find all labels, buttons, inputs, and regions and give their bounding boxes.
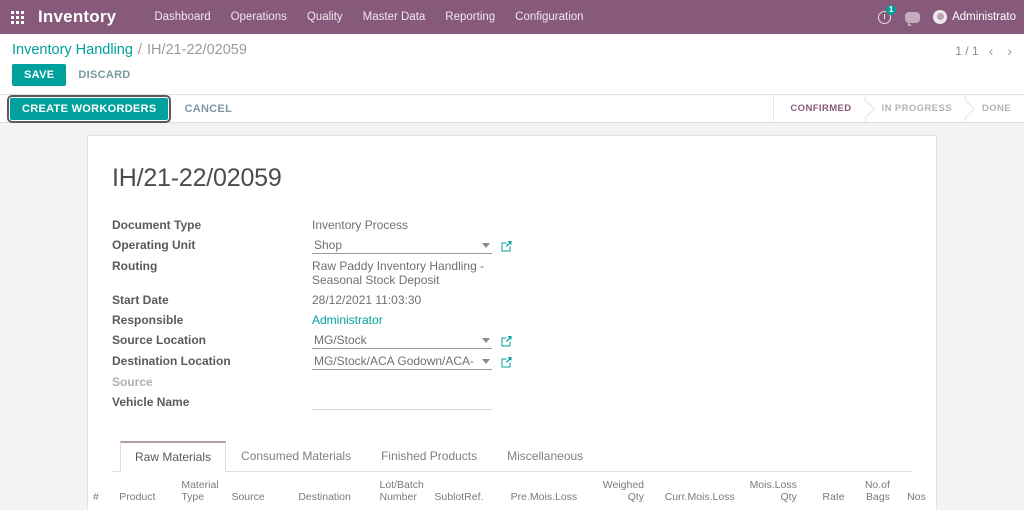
field-destination-location: MG/Stock/ACA Godown/ACA-1 Godc	[312, 351, 542, 372]
status-step-in-progress-label: IN PROGRESS	[881, 103, 952, 114]
pager-count: 1 / 1	[955, 44, 979, 58]
field-label-responsible: Responsible	[112, 313, 184, 327]
save-button[interactable]: SAVE	[12, 64, 67, 86]
source-location-input[interactable]: MG/Stock	[312, 332, 492, 349]
status-bar: CONFIRMED IN PROGRESS DONE	[773, 95, 1024, 122]
form-fields-grid: Document Type Inventory Process Operatin…	[112, 215, 542, 412]
col-no-of-bags[interactable]: No.of Bags	[849, 472, 895, 510]
menu-item-configuration[interactable]: Configuration	[505, 2, 593, 32]
field-label-source-location: Source Location	[112, 333, 207, 347]
field-vehicle-name	[312, 392, 542, 412]
col-qty-to-consume[interactable]: Qty To Consume	[930, 472, 936, 510]
operating-unit-input[interactable]: Shop	[312, 237, 492, 254]
col-source[interactable]: Source	[226, 472, 294, 510]
breadcrumb-current: IH/21-22/02059	[146, 42, 247, 58]
notebook-tabs: Raw Materials Consumed Materials Finishe…	[112, 440, 912, 472]
user-name-label: Administrato	[952, 11, 1016, 23]
field-value-document-type: Inventory Process	[312, 218, 409, 232]
chat-bubble-glyph	[904, 11, 920, 26]
breadcrumb-separator: /	[137, 42, 142, 58]
col-weighed-qty[interactable]: Weighed Qty	[582, 472, 650, 510]
apps-grid-glyph	[10, 10, 24, 24]
app-brand-inventory[interactable]: Inventory	[34, 7, 122, 27]
field-value-responsible[interactable]: Administrator	[312, 310, 542, 330]
field-label-destination-location: Destination Location	[112, 354, 231, 368]
field-label-start-date: Start Date	[112, 293, 169, 307]
menu-item-operations[interactable]: Operations	[221, 2, 297, 32]
cancel-button[interactable]: CANCEL	[182, 99, 234, 119]
record-pager: 1 / 1 ‹ ›	[955, 43, 1016, 59]
discard-button[interactable]: DISCARD	[76, 65, 132, 85]
top-navbar: Inventory Dashboard Operations Quality M…	[0, 0, 1024, 34]
field-operating-unit: Shop	[312, 235, 542, 256]
raw-materials-table-wrapper: # Product Material Type Source Destinati…	[88, 472, 936, 510]
col-lot-batch-number[interactable]: Lot/Batch Number	[374, 472, 430, 510]
col-destination[interactable]: Destination	[293, 472, 375, 510]
menu-item-quality[interactable]: Quality	[297, 2, 353, 32]
field-label-source: Source	[112, 375, 153, 389]
apps-grid-icon[interactable]	[0, 0, 34, 34]
main-menu: Dashboard Operations Quality Master Data…	[144, 2, 593, 32]
raw-materials-table: # Product Material Type Source Destinati…	[88, 472, 936, 510]
tab-finished-products[interactable]: Finished Products	[366, 441, 492, 472]
tab-miscellaneous[interactable]: Miscellaneous	[492, 441, 598, 472]
tab-consumed-materials[interactable]: Consumed Materials	[226, 441, 366, 472]
destination-location-value: MG/Stock/ACA Godown/ACA-1 Godc	[314, 354, 474, 368]
col-sublot-ref[interactable]: SublotRef.	[429, 472, 497, 510]
control-panel: Inventory Handling / IH/21-22/02059 SAVE…	[0, 34, 1024, 95]
external-link-icon[interactable]	[500, 356, 512, 368]
field-label-vehicle-name: Vehicle Name	[112, 395, 190, 409]
destination-location-input[interactable]: MG/Stock/ACA Godown/ACA-1 Godc	[312, 353, 492, 370]
menu-item-master-data[interactable]: Master Data	[353, 2, 436, 32]
messages-chat-icon[interactable]	[899, 0, 925, 34]
col-seq[interactable]: #	[88, 472, 115, 510]
user-avatar-icon	[933, 10, 948, 24]
table-header-row: # Product Material Type Source Destinati…	[88, 472, 936, 510]
create-workorders-button[interactable]: CREATE WORKORDERS	[6, 94, 172, 123]
tab-raw-materials[interactable]: Raw Materials	[120, 441, 227, 472]
user-menu[interactable]: Administrato	[927, 10, 1020, 24]
status-step-done-label: DONE	[981, 103, 1011, 114]
col-product[interactable]: Product	[114, 472, 177, 510]
field-source-location: MG/Stock	[312, 330, 542, 351]
external-link-icon[interactable]	[500, 240, 512, 252]
col-rate[interactable]: Rate	[801, 472, 850, 510]
page-title: IH/21-22/02059	[112, 164, 282, 192]
chevron-down-icon[interactable]	[482, 358, 490, 364]
menu-item-dashboard[interactable]: Dashboard	[144, 2, 220, 32]
external-link-icon[interactable]	[500, 335, 512, 347]
breadcrumb: Inventory Handling / IH/21-22/02059	[0, 34, 1024, 61]
record-action-buttons: SAVE DISCARD	[0, 61, 1024, 94]
breadcrumb-root-link[interactable]: Inventory Handling	[12, 42, 133, 58]
operating-unit-value: Shop	[314, 238, 343, 252]
field-label-document-type: Document Type	[112, 218, 202, 232]
navbar-right-tools: 1 Administrato	[871, 0, 1020, 34]
field-value-source	[312, 372, 542, 392]
chevron-down-icon[interactable]	[482, 242, 490, 248]
source-location-value: MG/Stock	[314, 333, 367, 347]
col-nos[interactable]: Nos	[894, 472, 931, 510]
field-value-routing: Raw Paddy Inventory Handling - Seasonal …	[312, 259, 485, 287]
status-step-in-progress[interactable]: IN PROGRESS	[864, 95, 965, 122]
notebook: Raw Materials Consumed Materials Finishe…	[88, 440, 936, 510]
status-step-confirmed[interactable]: CONFIRMED	[773, 95, 865, 122]
chevron-left-icon[interactable]: ‹	[985, 43, 998, 59]
field-value-start-date: 28/12/2021 11:03:30	[312, 293, 422, 307]
field-label-operating-unit: Operating Unit	[112, 238, 196, 252]
menu-item-reporting[interactable]: Reporting	[435, 2, 505, 32]
col-material-type[interactable]: Material Type	[176, 472, 227, 510]
form-sheet: IH/21-22/02059 Document Type Inventory P…	[87, 135, 937, 510]
chevron-down-icon[interactable]	[482, 337, 490, 343]
page-body: IH/21-22/02059 Document Type Inventory P…	[0, 123, 1024, 510]
col-pre-mois-loss[interactable]: Pre.Mois.Loss	[496, 472, 583, 510]
col-curr-mois-loss[interactable]: Curr.Mois.Loss	[649, 472, 740, 510]
activity-count-badge: 1	[886, 5, 897, 15]
chevron-right-icon[interactable]: ›	[1003, 43, 1016, 59]
activity-clock-icon[interactable]: 1	[871, 0, 897, 34]
workflow-action-bar: CREATE WORKORDERS CANCEL CONFIRMED IN PR…	[0, 94, 1024, 123]
col-mois-loss-qty[interactable]: Mois.Loss Qty	[739, 472, 802, 510]
status-step-confirmed-label: CONFIRMED	[790, 103, 852, 114]
vehicle-name-input[interactable]	[312, 394, 492, 410]
field-label-routing: Routing	[112, 259, 158, 273]
